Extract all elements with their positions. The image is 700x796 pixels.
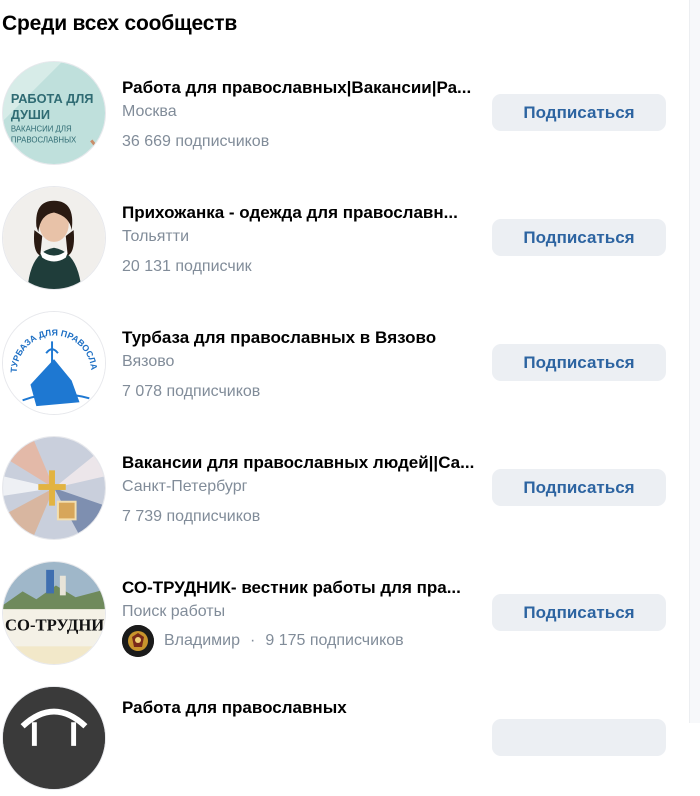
subscribe-button[interactable]: [492, 719, 666, 756]
community-row[interactable]: ТУРБАЗА ДЛЯ ПРАВОСЛАВНЫХ Турбаза для пра…: [0, 311, 690, 421]
avatar-banner-text: СО-ТРУДНИ: [5, 616, 104, 635]
community-name[interactable]: Вакансии для православных людей||Са...: [122, 453, 478, 473]
subscribe-button[interactable]: Подписаться: [492, 219, 666, 256]
follower-count: 20 131 подписчик: [122, 258, 252, 275]
avatar-text-line3: ВАКАНСИИ ДЛЯ: [11, 125, 72, 134]
scrollbar-track[interactable]: [689, 0, 700, 723]
community-location: Тольятти: [122, 228, 189, 245]
community-avatar[interactable]: СО-ТРУДНИ: [2, 561, 106, 665]
community-avatar[interactable]: [2, 436, 106, 540]
community-location: Вязово: [122, 353, 175, 370]
member-name[interactable]: Владимир: [164, 632, 240, 650]
community-row[interactable]: Работа для православных: [0, 686, 690, 796]
community-name[interactable]: СО-ТРУДНИК- вестник работы для пра...: [122, 578, 478, 598]
community-row[interactable]: РАБОТА ДЛЯ ДУШИ ВАКАНСИИ ДЛЯ ПРАВОСЛАВНЫ…: [0, 61, 690, 171]
community-location: Москва: [122, 103, 177, 120]
community-location: Санкт-Петербург: [122, 478, 248, 495]
community-name[interactable]: Турбаза для православных в Вязово: [122, 328, 478, 348]
community-avatar[interactable]: [2, 186, 106, 290]
community-row[interactable]: Вакансии для православных людей||Са... С…: [0, 436, 690, 546]
community-row[interactable]: Прихожанка - одежда для православн... То…: [0, 186, 690, 296]
avatar-text-line4: ПРАВОСЛАВНЫХ: [11, 135, 77, 144]
community-avatar[interactable]: РАБОТА ДЛЯ ДУШИ ВАКАНСИИ ДЛЯ ПРАВОСЛАВНЫ…: [2, 61, 106, 165]
community-category: Поиск работы: [122, 603, 226, 620]
avatar-text-line1: РАБОТА ДЛЯ: [11, 91, 94, 106]
community-avatar[interactable]: [2, 686, 106, 790]
community-row[interactable]: СО-ТРУДНИ СО-ТРУДНИК- вестник работы для…: [0, 561, 690, 671]
subscribe-button[interactable]: Подписаться: [492, 94, 666, 131]
avatar-text-line2: ДУШИ: [11, 107, 50, 122]
community-avatar[interactable]: ТУРБАЗА ДЛЯ ПРАВОСЛАВНЫХ: [2, 311, 106, 415]
follower-count: 7 078 подписчиков: [122, 383, 261, 400]
community-name[interactable]: Работа для православных: [122, 698, 478, 718]
mutual-member-line: Владимир · 9 175 подписчиков: [122, 625, 404, 657]
follower-count: 9 175 подписчиков: [265, 632, 404, 649]
follower-count: 7 739 подписчиков: [122, 508, 261, 525]
member-avatar: [122, 625, 154, 657]
separator-dot: ·: [250, 632, 256, 649]
section-title: Среди всех сообществ: [2, 12, 238, 35]
community-name[interactable]: Работа для православных|Вакансии|Ра...: [122, 78, 478, 98]
community-name[interactable]: Прихожанка - одежда для православн...: [122, 203, 478, 223]
follower-count: 36 669 подписчиков: [122, 133, 270, 150]
subscribe-button[interactable]: Подписаться: [492, 469, 666, 506]
subscribe-button[interactable]: Подписаться: [492, 594, 666, 631]
subscribe-button[interactable]: Подписаться: [492, 344, 666, 381]
